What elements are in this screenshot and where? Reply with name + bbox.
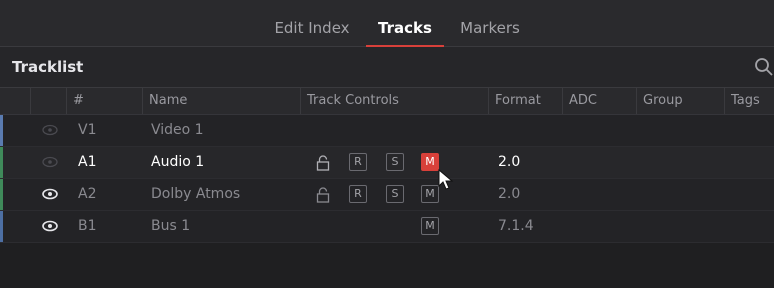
eye-icon[interactable] [42,124,58,136]
track-row-a2[interactable]: A2 Dolby Atmos R S M 2.0 [0,179,774,211]
eye-icon[interactable] [42,156,58,168]
tab-markers[interactable]: Markers [452,0,528,46]
track-name[interactable]: Dolby Atmos [151,179,240,210]
record-button[interactable]: R [349,185,367,203]
track-row-b1[interactable]: B1 Bus 1 M 7.1.4 [0,211,774,243]
solo-button[interactable]: S [386,185,404,203]
track-name[interactable]: Video 1 [151,115,204,146]
tab-edit-index[interactable]: Edit Index [270,0,354,46]
tracklist-title: Tracklist [12,58,84,76]
track-format: 2.0 [498,154,521,170]
column-header-group[interactable]: Group [636,88,724,114]
solo-button[interactable]: S [386,153,404,171]
track-name[interactable]: Audio 1 [151,147,204,178]
column-header-name[interactable]: Name [142,88,300,114]
column-header-tags[interactable]: Tags [724,88,774,114]
eye-icon[interactable] [42,188,58,200]
track-color-stripe [0,179,3,210]
track-format: 2.0 [498,186,521,202]
column-header-track-controls[interactable]: Track Controls [300,88,488,114]
panel-tabbar: Edit Index Tracks Markers [0,0,774,47]
track-name[interactable]: Bus 1 [151,211,190,242]
track-color-stripe [0,115,3,146]
column-header-color [0,88,30,114]
column-header-visibility [30,88,66,114]
mouse-cursor-icon [438,168,454,190]
mute-button[interactable]: M [421,217,439,235]
record-button[interactable]: R [349,153,367,171]
column-header-number[interactable]: # [66,88,142,114]
lock-icon[interactable] [316,187,330,203]
lock-icon[interactable] [316,155,330,171]
track-color-stripe [0,211,3,242]
search-icon[interactable] [754,57,774,77]
column-header-row: # Name Track Controls Format ADC Group T… [0,88,774,115]
tracklist-header: Tracklist [0,47,774,88]
track-id: B1 [78,218,97,234]
track-color-stripe [0,147,3,178]
track-id: A2 [78,186,97,202]
column-header-adc[interactable]: ADC [562,88,636,114]
tab-tracks[interactable]: Tracks [366,0,444,47]
track-row-a1[interactable]: A1 Audio 1 R S M 2.0 [0,147,774,179]
track-id: A1 [78,154,97,170]
track-id: V1 [78,122,97,138]
track-row-v1[interactable]: V1 Video 1 [0,115,774,147]
column-header-format[interactable]: Format [488,88,562,114]
track-format: 7.1.4 [498,218,534,234]
eye-icon[interactable] [42,220,58,232]
